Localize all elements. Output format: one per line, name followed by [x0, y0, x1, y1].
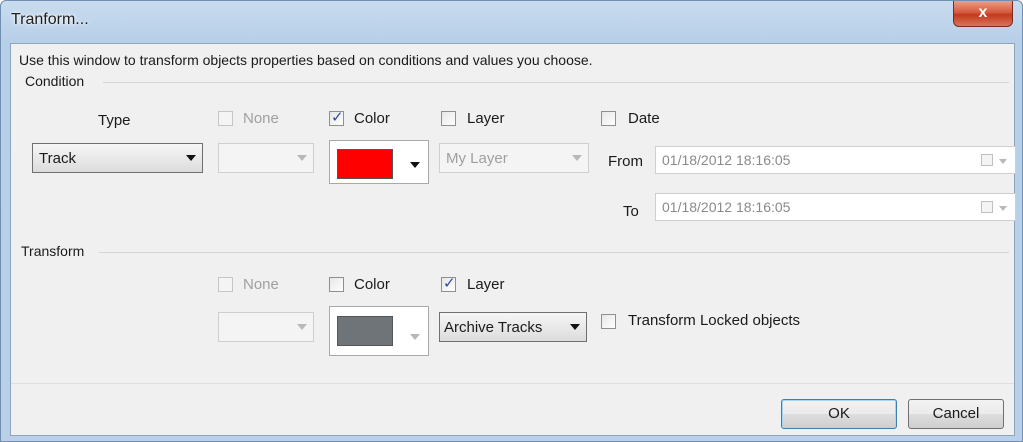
- condition-none-checkbox[interactable]: [218, 111, 233, 126]
- condition-group-divider: [103, 82, 1009, 83]
- condition-color-label: Color: [354, 110, 390, 127]
- to-date-picker[interactable]: 01/18/2012 18:16:05: [655, 193, 1016, 221]
- condition-color-picker[interactable]: [329, 140, 429, 184]
- check-icon: ✓: [443, 275, 456, 292]
- cancel-button[interactable]: Cancel: [908, 399, 1004, 429]
- condition-none-label: None: [243, 110, 279, 127]
- calendar-icon: [981, 154, 993, 166]
- button-area-divider: [11, 383, 1014, 384]
- condition-layer-label: Layer: [467, 110, 505, 127]
- from-label: From: [608, 153, 643, 170]
- transform-locked-checkbox[interactable]: [601, 314, 616, 329]
- chevron-down-icon: [410, 334, 420, 340]
- to-label: To: [623, 203, 639, 220]
- transform-color-checkbox[interactable]: [329, 277, 344, 292]
- type-dropdown[interactable]: Track: [32, 143, 203, 173]
- transform-none-checkbox[interactable]: [218, 277, 233, 292]
- cancel-button-label: Cancel: [932, 405, 980, 422]
- transform-color-swatch: [337, 316, 393, 346]
- chevron-down-icon: [570, 324, 580, 330]
- chevron-down-icon: [186, 155, 196, 161]
- chevron-down-icon: [999, 159, 1007, 164]
- transform-none-dropdown[interactable]: [218, 312, 314, 342]
- condition-date-label: Date: [628, 110, 660, 127]
- condition-color-swatch: [337, 149, 393, 179]
- condition-layer-value: My Layer: [446, 150, 508, 167]
- type-label: Type: [98, 112, 131, 129]
- transform-layer-checkbox[interactable]: ✓: [441, 275, 456, 292]
- chevron-down-icon: [297, 324, 307, 330]
- condition-none-dropdown[interactable]: [218, 143, 314, 173]
- transform-layer-dropdown[interactable]: Archive Tracks: [439, 312, 587, 342]
- check-icon: ✓: [331, 109, 344, 126]
- condition-color-checkbox[interactable]: ✓: [329, 109, 344, 126]
- chevron-down-icon: [297, 155, 307, 161]
- type-dropdown-value: Track: [39, 150, 76, 167]
- transform-dialog: Tranform... x Use this window to transfo…: [0, 0, 1023, 442]
- window-title: Tranform...: [11, 11, 89, 28]
- chevron-down-icon: [572, 155, 582, 161]
- condition-group-label: Condition: [25, 73, 85, 89]
- transform-group-label: Transform: [21, 243, 85, 259]
- transform-locked-label: Transform Locked objects: [628, 312, 801, 329]
- transform-layer-label: Layer: [467, 276, 505, 293]
- transform-color-label: Color: [354, 276, 390, 293]
- to-date-value: 01/18/2012 18:16:05: [662, 199, 791, 215]
- transform-color-picker[interactable]: [329, 306, 429, 356]
- ok-button-label: OK: [828, 405, 850, 422]
- from-date-value: 01/18/2012 18:16:05: [662, 152, 791, 168]
- condition-layer-dropdown[interactable]: My Layer: [439, 143, 589, 173]
- transform-layer-value: Archive Tracks: [444, 319, 543, 336]
- title-bar[interactable]: Tranform... x: [1, 1, 1022, 41]
- ok-button[interactable]: OK: [781, 399, 897, 429]
- chevron-down-icon: [999, 206, 1007, 211]
- chevron-down-icon: [410, 162, 420, 168]
- from-date-picker[interactable]: 01/18/2012 18:16:05: [655, 146, 1016, 174]
- dialog-client-area: Use this window to transform objects pro…: [10, 43, 1016, 436]
- instructions-text: Use this window to transform objects pro…: [19, 52, 593, 68]
- condition-date-checkbox[interactable]: [601, 111, 616, 126]
- close-button[interactable]: x: [953, 1, 1013, 27]
- calendar-icon: [981, 201, 993, 213]
- transform-group-divider: [99, 252, 1009, 253]
- close-icon: x: [978, 4, 988, 21]
- transform-none-label: None: [243, 276, 279, 293]
- condition-layer-checkbox[interactable]: [441, 111, 456, 126]
